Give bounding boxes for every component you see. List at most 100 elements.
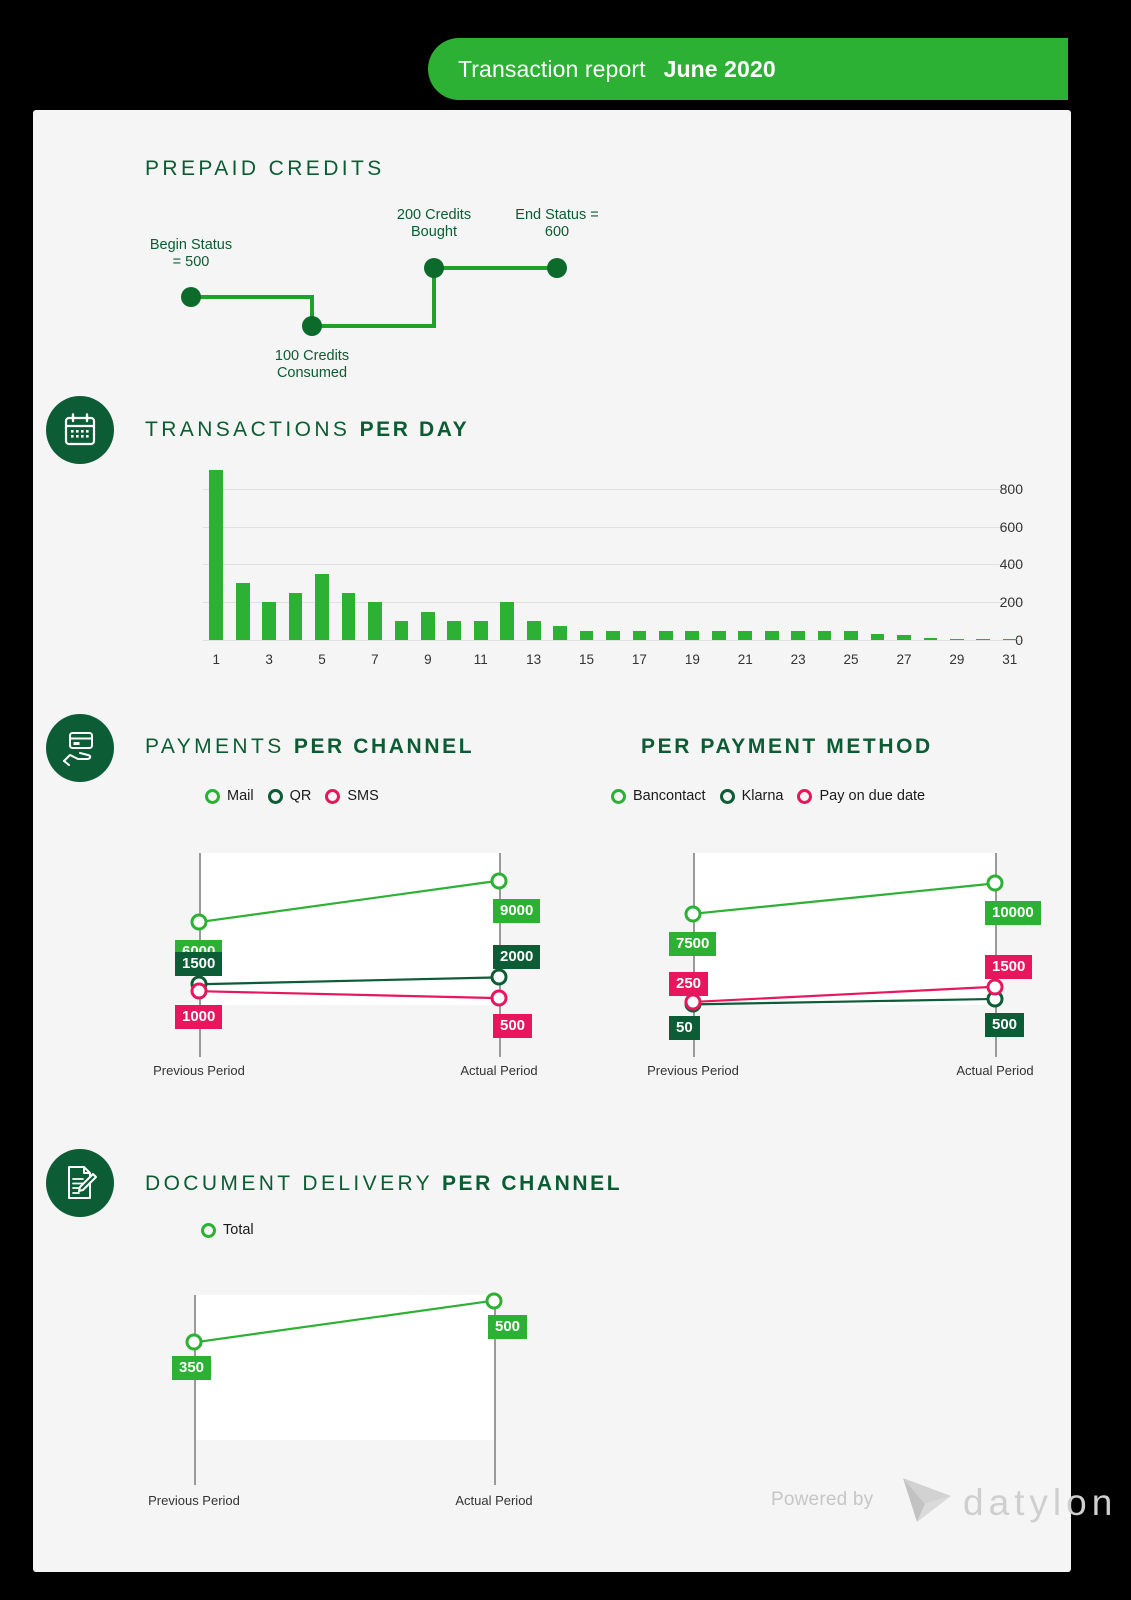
legend-item-bancontact[interactable]: Bancontact bbox=[611, 788, 706, 804]
data-point[interactable] bbox=[190, 913, 208, 931]
legend-swatch-icon bbox=[267, 788, 283, 804]
x-axis-tick: 5 bbox=[318, 652, 326, 667]
x-axis-tick: 29 bbox=[949, 652, 965, 667]
x-axis-tick: 31 bbox=[1002, 652, 1018, 667]
legend-swatch-icon bbox=[611, 788, 626, 804]
data-label: 7500 bbox=[669, 931, 717, 956]
bar[interactable] bbox=[711, 630, 726, 640]
document-delivery-title-bold: PER CHANNEL bbox=[441, 1172, 623, 1195]
report-period: June 2020 bbox=[663, 55, 776, 82]
document-delivery-legend: Total bbox=[201, 1222, 254, 1238]
document-delivery-slopechart: 350 500 Previous Period Actual Period bbox=[128, 1285, 568, 1550]
bar[interactable] bbox=[738, 630, 753, 640]
bar[interactable] bbox=[632, 630, 647, 640]
bar[interactable] bbox=[235, 583, 250, 640]
legend-swatch-icon bbox=[325, 788, 341, 804]
payments-per-channel-legend: Mail QR SMS bbox=[205, 788, 379, 804]
bar[interactable] bbox=[791, 630, 806, 640]
bar[interactable] bbox=[844, 630, 858, 640]
x-axis-tick: 1 bbox=[212, 652, 220, 667]
step-label-begin-status: Begin Status = 500 bbox=[149, 237, 233, 270]
period-axis-label: Actual Period bbox=[460, 1063, 538, 1078]
payments-per-channel-title-bold: PER CHANNEL bbox=[293, 735, 475, 758]
data-point[interactable] bbox=[185, 1333, 203, 1351]
payments-per-channel-slopechart: 60009000150020001000500Previous PeriodAc… bbox=[133, 845, 553, 1110]
period-axis-label: Previous Period bbox=[153, 1063, 245, 1078]
bar[interactable] bbox=[685, 630, 700, 640]
legend-label: QR bbox=[289, 788, 312, 804]
x-axis-tick: 11 bbox=[473, 652, 488, 667]
legend-item-qr[interactable]: QR bbox=[267, 788, 312, 804]
bar[interactable] bbox=[368, 602, 382, 640]
legend-label: Total bbox=[223, 1222, 254, 1238]
bar[interactable] bbox=[923, 637, 938, 640]
y-axis-tick: 200 bbox=[999, 594, 1023, 611]
bar[interactable] bbox=[949, 638, 964, 640]
bar[interactable] bbox=[447, 621, 462, 640]
bar[interactable] bbox=[817, 630, 832, 640]
data-label: 10000 bbox=[985, 901, 1041, 926]
data-point[interactable] bbox=[986, 978, 1004, 996]
legend-item-klarna[interactable]: Klarna bbox=[719, 788, 784, 804]
bar[interactable] bbox=[288, 592, 303, 640]
bar[interactable] bbox=[764, 630, 779, 640]
data-point[interactable] bbox=[490, 968, 508, 986]
step-label-credits-consumed: 100 Credits Consumed bbox=[274, 348, 350, 381]
gridline bbox=[203, 526, 1023, 528]
period-axis-label: Actual Period bbox=[956, 1063, 1034, 1078]
legend-item-pay-on-due-date[interactable]: Pay on due date bbox=[797, 788, 925, 804]
bar[interactable] bbox=[1002, 639, 1017, 640]
x-axis-tick: 21 bbox=[737, 652, 753, 667]
bar[interactable] bbox=[526, 621, 541, 640]
bar[interactable] bbox=[420, 611, 435, 640]
legend-label: Klarna bbox=[741, 788, 784, 804]
bar[interactable] bbox=[976, 639, 991, 640]
data-label: 1000 bbox=[175, 1005, 223, 1030]
data-label: 250 bbox=[669, 971, 709, 996]
bar[interactable] bbox=[870, 634, 885, 640]
per-payment-method-title-bold: PER PAYMENT METHOD bbox=[641, 735, 933, 758]
period-axis-label: Previous Period bbox=[647, 1063, 739, 1078]
bar[interactable] bbox=[341, 592, 356, 640]
card-in-hand-icon-glyph bbox=[63, 732, 93, 766]
legend-item-sms[interactable]: SMS bbox=[325, 788, 379, 804]
bar[interactable] bbox=[579, 630, 594, 640]
document-pen-icon-glyph bbox=[68, 1166, 97, 1199]
data-point[interactable] bbox=[684, 905, 702, 923]
bar[interactable] bbox=[500, 602, 515, 640]
legend-swatch-icon bbox=[797, 788, 813, 804]
legend-swatch-icon bbox=[205, 788, 220, 804]
data-label: 350 bbox=[172, 1356, 212, 1381]
bar[interactable] bbox=[315, 573, 329, 640]
datylon-wordmark: datylon bbox=[963, 1482, 1118, 1523]
bar[interactable] bbox=[659, 630, 673, 640]
report-sheet: PREPAID CREDITS Begin Status = 500 100 C… bbox=[33, 110, 1112, 1572]
bar[interactable] bbox=[897, 635, 911, 640]
legend-label: Pay on due date bbox=[819, 788, 926, 804]
data-point[interactable] bbox=[490, 989, 508, 1007]
data-point[interactable] bbox=[986, 874, 1004, 892]
x-axis-tick: 15 bbox=[579, 652, 595, 667]
legend-item-mail[interactable]: Mail bbox=[205, 788, 254, 804]
x-axis-tick: 19 bbox=[684, 652, 700, 667]
y-axis-tick: 400 bbox=[999, 556, 1023, 573]
bar[interactable] bbox=[209, 470, 224, 640]
x-axis-tick: 13 bbox=[526, 652, 542, 667]
legend-item-total[interactable]: Total bbox=[201, 1222, 254, 1238]
report-title: Transaction report bbox=[458, 55, 646, 82]
data-point[interactable] bbox=[684, 993, 702, 1011]
data-label: 500 bbox=[493, 1014, 533, 1039]
x-axis-tick: 17 bbox=[631, 652, 647, 667]
card-in-hand-icon bbox=[46, 714, 114, 782]
bar[interactable] bbox=[473, 621, 488, 640]
data-point[interactable] bbox=[485, 1292, 503, 1310]
data-point[interactable] bbox=[190, 982, 208, 1000]
bar[interactable] bbox=[606, 630, 620, 640]
bar[interactable] bbox=[394, 621, 409, 640]
report-page: Transaction report June 2020 PREPAID CRE… bbox=[0, 0, 1131, 1600]
legend-label: Mail bbox=[227, 788, 254, 804]
y-axis-tick: 600 bbox=[999, 518, 1023, 535]
bar[interactable] bbox=[553, 625, 567, 640]
data-point[interactable] bbox=[490, 872, 508, 890]
bar[interactable] bbox=[262, 602, 276, 640]
